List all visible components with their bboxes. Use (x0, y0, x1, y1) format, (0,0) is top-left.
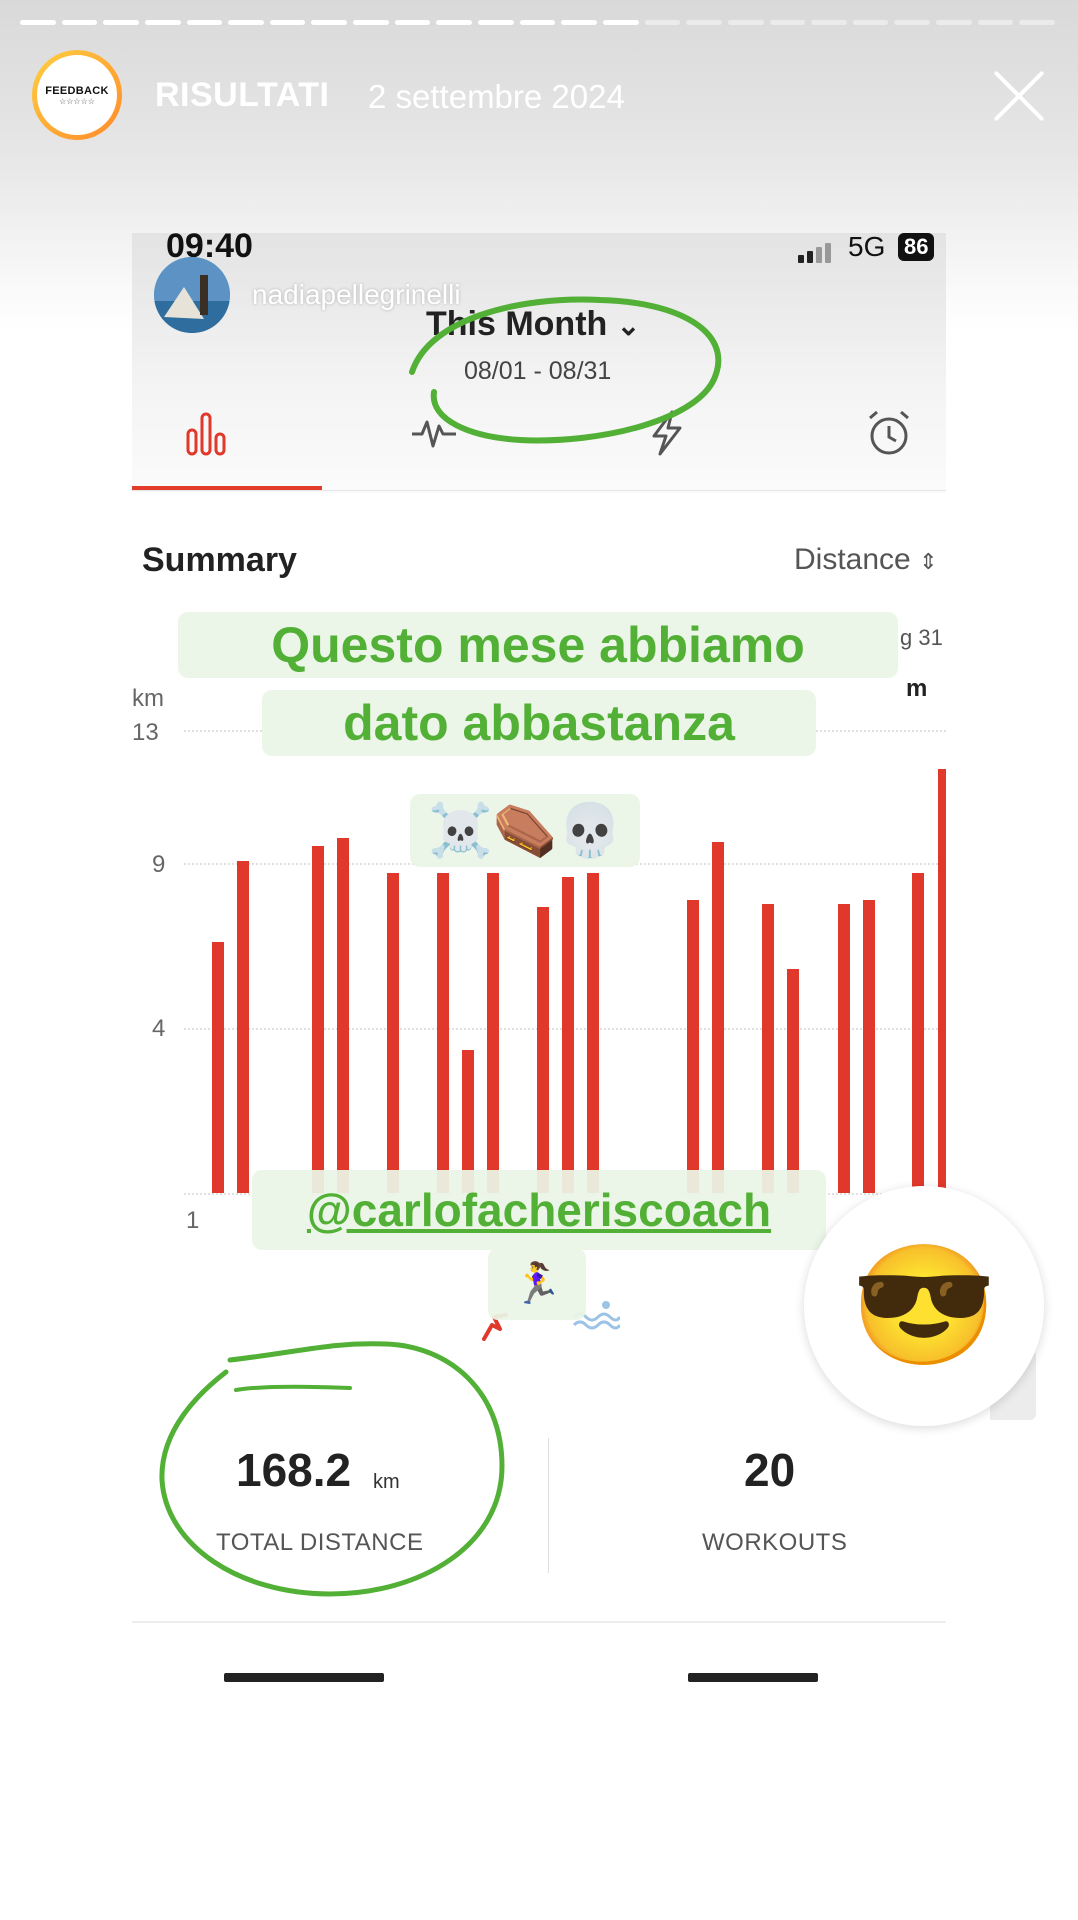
caption-line-2: dato abbastanza (262, 690, 816, 756)
sunglasses-emoji-sticker[interactable]: 😎 (804, 1186, 1044, 1426)
caption-emojis: ☠️⚰️💀 (410, 794, 641, 867)
caption-line-1: Questo mese abbiamo (178, 612, 898, 678)
runner-emoji: 🏃‍♀️ (488, 1248, 586, 1320)
handdrawn-annotations (159, 296, 722, 1597)
mention-sticker[interactable]: @carlofacheriscoach (252, 1170, 826, 1250)
